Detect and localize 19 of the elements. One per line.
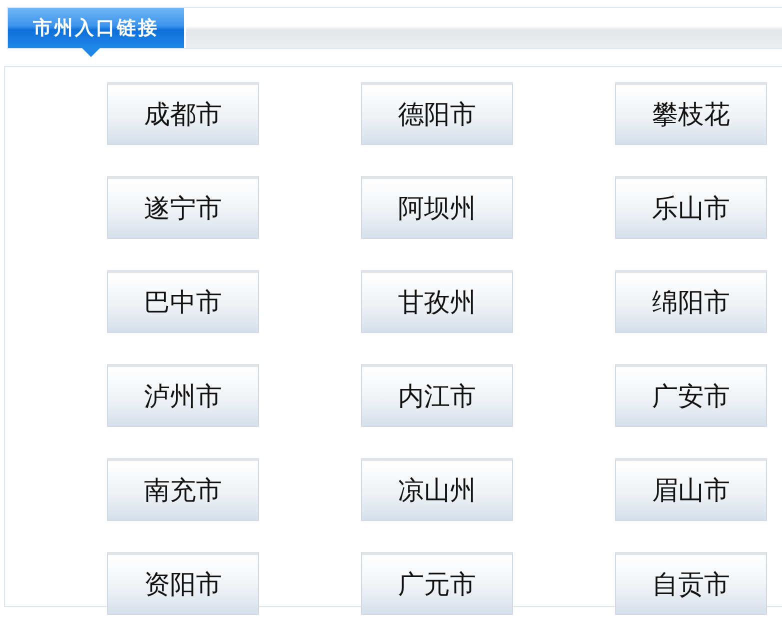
city-link-button[interactable]: 甘孜州	[361, 270, 513, 333]
city-link-button[interactable]: 阿坝州	[361, 176, 513, 239]
city-link-button[interactable]: 眉山市	[615, 458, 767, 521]
city-link-button[interactable]: 成都市	[107, 82, 259, 145]
city-link-button[interactable]: 攀枝花	[615, 82, 767, 145]
city-link-button[interactable]: 内江市	[361, 364, 513, 427]
city-link-button[interactable]: 广安市	[615, 364, 767, 427]
city-link-button[interactable]: 德阳市	[361, 82, 513, 145]
tab-pointer-icon	[82, 48, 100, 57]
city-link-button[interactable]: 巴中市	[107, 270, 259, 333]
city-link-button[interactable]: 遂宁市	[107, 176, 259, 239]
city-link-button[interactable]: 资阳市	[107, 552, 259, 615]
city-link-button[interactable]: 绵阳市	[615, 270, 767, 333]
city-link-button[interactable]: 南充市	[107, 458, 259, 521]
city-link-button[interactable]: 乐山市	[615, 176, 767, 239]
city-link-button[interactable]: 凉山州	[361, 458, 513, 521]
city-link-button[interactable]: 广元市	[361, 552, 513, 615]
city-link-button[interactable]: 泸州市	[107, 364, 259, 427]
city-link-button[interactable]: 自贡市	[615, 552, 767, 615]
